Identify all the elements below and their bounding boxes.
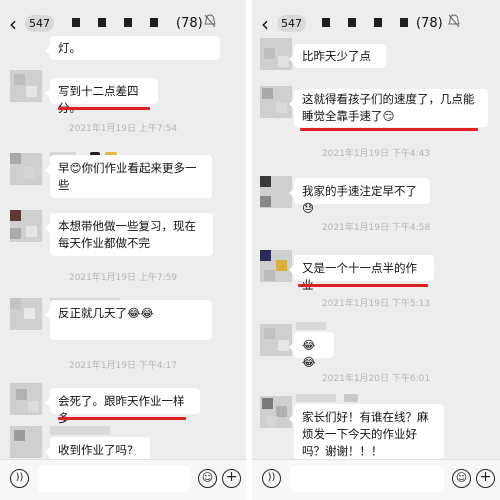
redacted-nickname bbox=[296, 394, 336, 402]
redacted-title bbox=[98, 18, 106, 27]
message-text: 反正就几天了😂😂 bbox=[58, 306, 154, 320]
voice-icon[interactable]: )) bbox=[10, 469, 29, 488]
message-bubble[interactable]: 比昨天少了点 bbox=[289, 44, 386, 68]
plus-icon[interactable]: + bbox=[476, 469, 495, 488]
message-bubble[interactable]: 会死了。跟昨天作业一样多 bbox=[45, 388, 200, 425]
redacted-title bbox=[150, 18, 158, 27]
timestamp: 2021年1月19日 下午5:13 bbox=[321, 299, 431, 309]
timestamp: 2021年1月19日 下午4:58 bbox=[321, 223, 431, 233]
chevron-left-icon[interactable]: ‹ bbox=[9, 14, 17, 34]
redacted-title bbox=[124, 18, 132, 27]
avatar[interactable] bbox=[260, 396, 292, 428]
message-input[interactable] bbox=[290, 466, 444, 492]
message-bubble[interactable]: 这就得看孩子们的速度了，几点能睡觉全靠手速了😏 bbox=[289, 89, 488, 127]
red-underline bbox=[58, 107, 150, 110]
plus-icon[interactable]: + bbox=[222, 469, 241, 488]
message-text: 早😊你们作业看起来更多一些 bbox=[58, 161, 197, 192]
voice-icon[interactable]: )) bbox=[262, 469, 281, 488]
message-text: 这就得看孩子们的速度了，几点能睡觉全靠手速了😏 bbox=[302, 92, 475, 123]
message-bubble[interactable]: 家长们好！有谁在线？麻烦发一下今天的作业好吗？谢谢！！！ bbox=[289, 404, 444, 460]
mute-icon bbox=[204, 14, 216, 28]
member-count: (78) bbox=[416, 16, 443, 31]
message-input[interactable] bbox=[38, 466, 190, 492]
redacted-title bbox=[348, 18, 356, 27]
message-bubble[interactable]: 又是一个十一点半的作业 bbox=[289, 255, 434, 292]
message-bubble[interactable]: 反正就几天了😂😂 bbox=[45, 300, 212, 340]
message-text: 本想带他做一些复习，现在每天作业都做不完 bbox=[58, 219, 196, 250]
redacted-nickname bbox=[50, 426, 110, 435]
avatar[interactable] bbox=[10, 298, 42, 330]
redacted-title bbox=[400, 18, 408, 27]
timestamp: 2021年1月19日 上午7:59 bbox=[68, 273, 178, 283]
avatar[interactable] bbox=[260, 250, 292, 282]
input-bar: )) ☺ + bbox=[0, 459, 246, 500]
avatar[interactable] bbox=[10, 70, 42, 102]
message-text: 灯。 bbox=[58, 41, 81, 55]
chevron-left-icon[interactable]: ‹ bbox=[261, 14, 269, 34]
message-list[interactable]: 灯。 写到十二点差四分。 2021年1月19日 上午7:54 早😊你们作业看起来… bbox=[0, 36, 246, 463]
avatar[interactable] bbox=[260, 324, 292, 356]
unread-badge: 547 bbox=[277, 15, 306, 32]
chat-panel-right: ‹ 547 (78) 比昨天少了点 这就得看孩子们的速度了，几点能睡觉全靠手速了… bbox=[252, 0, 500, 500]
avatar[interactable] bbox=[10, 426, 42, 458]
timestamp: 2021年1月19日 上午7:54 bbox=[68, 124, 178, 134]
redacted-nickname bbox=[296, 322, 326, 330]
emoji-icon[interactable]: ☺ bbox=[198, 469, 217, 488]
avatar[interactable] bbox=[10, 210, 42, 242]
message-text: 我家的手速注定早不了😓 bbox=[302, 184, 417, 215]
emoji-icon[interactable]: ☺ bbox=[452, 469, 471, 488]
message-bubble[interactable]: 早😊你们作业看起来更多一些 bbox=[45, 155, 212, 198]
avatar[interactable] bbox=[260, 176, 292, 208]
message-bubble[interactable]: 😂😂 bbox=[289, 332, 334, 369]
message-text: 😂😂 bbox=[302, 338, 316, 369]
timestamp: 2021年1月19日 下午4:43 bbox=[321, 149, 431, 159]
message-text: 写到十二点差四分。 bbox=[58, 84, 139, 115]
message-bubble[interactable]: 本想带他做一些复习，现在每天作业都做不完 bbox=[45, 213, 213, 256]
message-text: 比昨天少了点 bbox=[302, 49, 371, 63]
message-list[interactable]: 比昨天少了点 这就得看孩子们的速度了，几点能睡觉全靠手速了😏 2021年1月19… bbox=[252, 38, 500, 460]
timestamp: 2021年1月20日 下午6:01 bbox=[321, 374, 431, 384]
message-text: 收到作业了吗? bbox=[58, 443, 134, 457]
redacted-title bbox=[72, 18, 80, 27]
avatar[interactable] bbox=[10, 153, 42, 185]
avatar[interactable] bbox=[10, 383, 42, 415]
redacted-title bbox=[374, 18, 382, 27]
chat-panel-left: ‹ 547 (78) 灯。 写到十二点差四分。 2021年1月19日 上午7:5… bbox=[0, 0, 246, 500]
red-underline bbox=[300, 128, 478, 131]
timestamp: 2021年1月19日 下午4:17 bbox=[68, 361, 178, 371]
avatar[interactable] bbox=[260, 38, 292, 70]
message-bubble[interactable]: 我家的手速注定早不了😓 bbox=[289, 178, 430, 215]
message-bubble[interactable]: 灯。 bbox=[45, 36, 220, 60]
avatar[interactable] bbox=[260, 86, 292, 118]
message-text: 又是一个十一点半的作业 bbox=[302, 261, 417, 292]
message-text: 会死了。跟昨天作业一样多 bbox=[58, 394, 185, 425]
message-bubble[interactable]: 写到十二点差四分。 bbox=[45, 78, 158, 115]
message-text: 家长们好！有谁在线？麻烦发一下今天的作业好吗？谢谢！！！ bbox=[302, 410, 429, 458]
red-underline bbox=[298, 284, 428, 287]
redacted-nickname bbox=[344, 394, 358, 402]
input-bar: )) ☺ + bbox=[252, 459, 500, 500]
unread-badge: 547 bbox=[25, 15, 54, 32]
red-underline bbox=[58, 417, 186, 420]
redacted-title bbox=[322, 18, 330, 27]
member-count: (78) bbox=[176, 16, 203, 31]
mute-icon bbox=[448, 14, 460, 28]
